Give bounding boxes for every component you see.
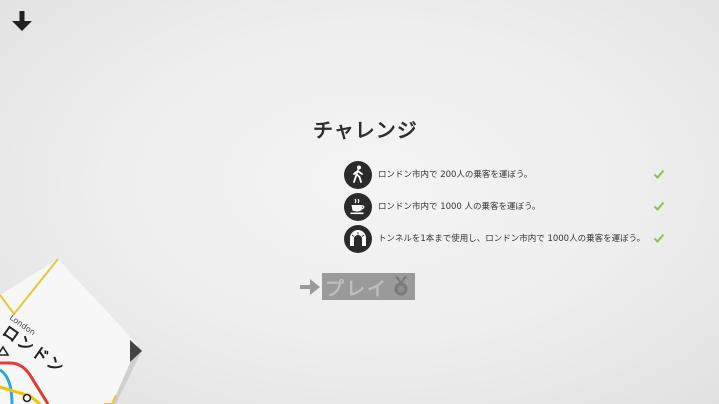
challenge-text: ロンドン市内で 1000 人の乗客を運ぼう。 xyxy=(378,202,541,212)
checkmark-icon xyxy=(653,233,665,243)
walking-person-icon xyxy=(344,161,372,189)
arrow-right-icon xyxy=(300,279,320,295)
checkmark-icon xyxy=(653,169,665,179)
challenge-item: ロンドン市内で 1000 人の乗客を運ぼう。 xyxy=(344,193,669,221)
medal-icon xyxy=(394,276,408,296)
challenge-text: ロンドン市内で 200人の乗客を運ぼう。 xyxy=(378,170,533,180)
play-label: プレイ xyxy=(325,278,389,300)
play-button[interactable]: プレイ xyxy=(322,273,415,300)
challenge-text: トンネルを1本まで使用し、ロンドン市内で 1000人の乗客を運ぼう。 xyxy=(378,234,646,244)
page-title: チャレンジ xyxy=(313,118,418,142)
challenge-item: トンネルを1本まで使用し、ロンドン市内で 1000人の乗客を運ぼう。 xyxy=(344,225,669,253)
tunnel-icon xyxy=(344,225,372,253)
checkmark-icon xyxy=(653,201,665,211)
back-arrow-icon[interactable] xyxy=(10,9,34,33)
challenge-item: ロンドン市内で 200人の乗客を運ぼう。 xyxy=(344,161,669,189)
teacup-icon xyxy=(344,193,372,221)
